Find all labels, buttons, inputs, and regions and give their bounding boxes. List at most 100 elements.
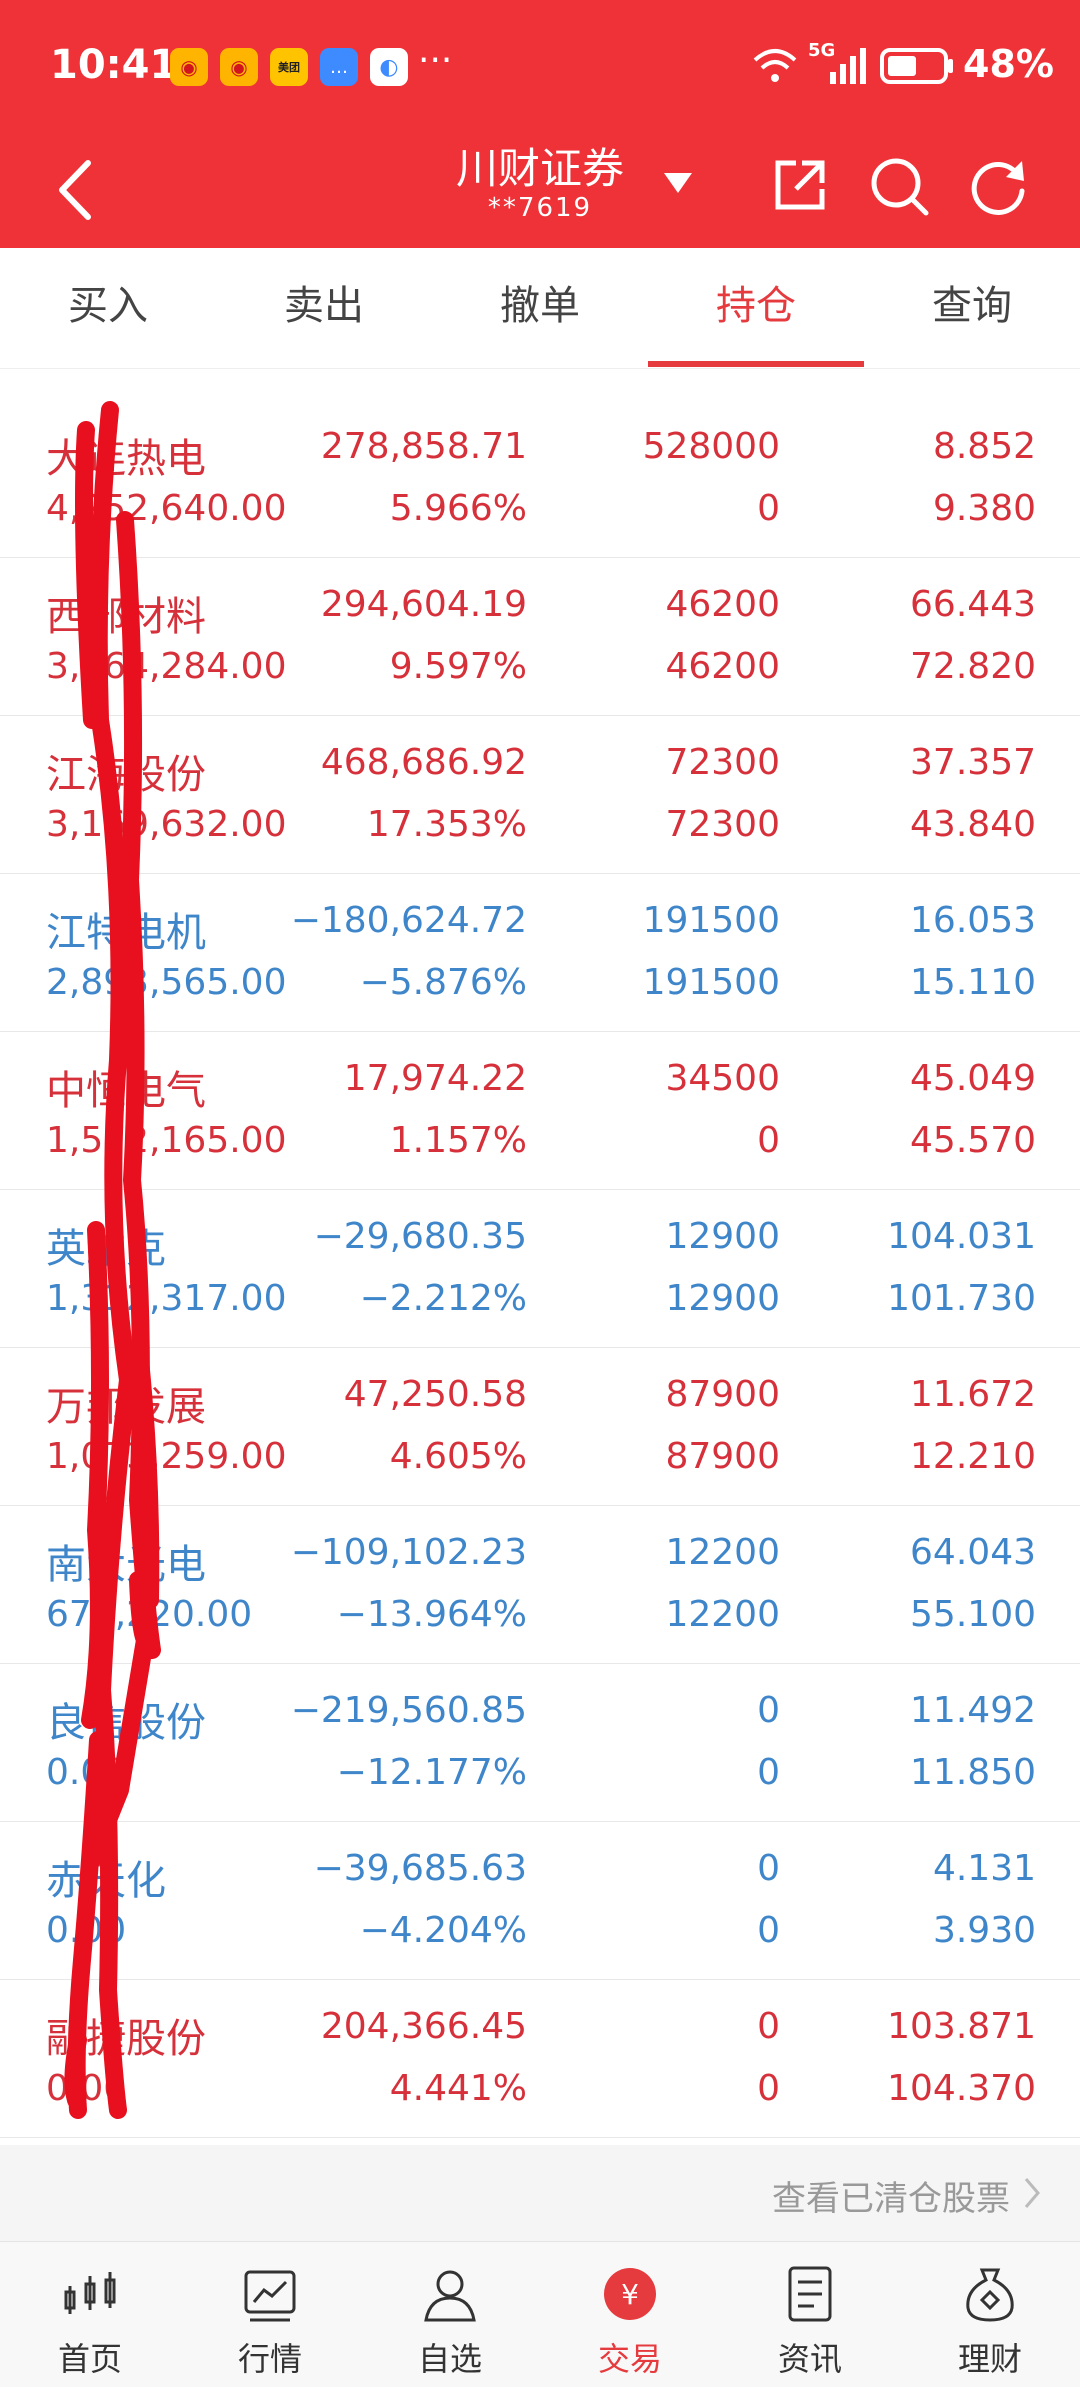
nav-market[interactable]: 行情 — [180, 2242, 360, 2387]
current-price: 15.110 — [910, 962, 1036, 1003]
profit-loss-percent: 1.157% — [389, 1120, 527, 1161]
signal-icon — [830, 48, 866, 84]
stock-name: 英维克 — [46, 1226, 166, 1272]
dropdown-triangle-icon[interactable] — [662, 171, 694, 195]
holding-row[interactable]: 万邦发展 1,073,259.00 47,250.58 4.605% 87900 8790… — [0, 1348, 1080, 1506]
profit-loss-percent: −4.204% — [359, 1910, 527, 1951]
holding-row[interactable]: 良信股份 0.00 −219,560.85 −12.177% 0 0 11.492 11.85… — [0, 1664, 1080, 1822]
market-value: 3,364,284.00 — [46, 646, 287, 687]
money-bag-icon — [966, 2268, 1014, 2322]
holding-quantity: 12200 — [665, 1532, 780, 1573]
profit-loss-percent: −13.964% — [336, 1594, 527, 1635]
current-price: 9.380 — [932, 488, 1036, 529]
chart-icon — [244, 2270, 296, 2322]
market-value: 0.00 — [46, 1752, 127, 1793]
weibo-icon: ◉ — [170, 48, 208, 86]
svg-text:¥: ¥ — [621, 2278, 639, 2311]
view-cleared-stocks[interactable]: 查看已清仓股票 — [0, 2145, 1080, 2241]
holding-quantity: 528000 — [642, 426, 780, 467]
holding-quantity: 191500 — [642, 900, 780, 941]
profit-loss: −29,680.35 — [313, 1216, 527, 1257]
person-icon — [424, 2270, 476, 2322]
status-time: 10:41 — [50, 42, 178, 88]
holding-row[interactable]: 英维克 1,312,317.00 −29,680.35 −2.212% 12900 129… — [0, 1190, 1080, 1348]
stock-name: 万邦发展 — [46, 1384, 206, 1430]
trade-tabs: 买入 卖出 撤单 持仓 查询 — [0, 248, 1080, 369]
current-price: 11.850 — [910, 1752, 1036, 1793]
market-value: 3,169,632.00 — [46, 804, 287, 845]
available-quantity: 46200 — [665, 646, 780, 687]
nav-watchlist[interactable]: 自选 — [360, 2242, 540, 2387]
profit-loss-percent: −12.177% — [336, 1752, 527, 1793]
holding-row[interactable]: 西部材料 3,364,284.00 294,604.19 9.597% 46200 462… — [0, 558, 1080, 716]
tab-cancel[interactable]: 撤单 — [432, 248, 648, 368]
current-price: 55.100 — [910, 1594, 1036, 1635]
profit-loss: 17,974.22 — [343, 1058, 527, 1099]
holding-row[interactable]: 江海股份 3,169,632.00 468,686.92 17.353% 72300 72… — [0, 716, 1080, 874]
market-value: 1,073,259.00 — [46, 1436, 287, 1477]
holding-row[interactable]: 南大光电 672,220.00 −109,102.23 −13.964% 12200 12… — [0, 1506, 1080, 1664]
profit-loss: 47,250.58 — [343, 1374, 527, 1415]
news-icon — [788, 2266, 832, 2322]
holding-row[interactable]: 赤天化 0.00 −39,685.63 −4.204% 0 0 4.131 3.930 — [0, 1822, 1080, 1980]
available-quantity: 87900 — [665, 1436, 780, 1477]
stock-name: 良信股份 — [46, 1700, 206, 1746]
nav-news[interactable]: 资讯 — [720, 2242, 900, 2387]
stock-name: 融捷股份 — [46, 2016, 206, 2062]
cost-price: 103.871 — [887, 2006, 1036, 2047]
tab-holdings[interactable]: 持仓 — [648, 248, 864, 368]
cost-price: 4.131 — [932, 1848, 1036, 1889]
more-notifications-icon: ··· — [418, 40, 453, 81]
market-value: 672,220.00 — [46, 1594, 253, 1635]
tab-buy[interactable]: 买入 — [0, 248, 216, 368]
holding-row[interactable]: 江特电机 2,893,565.00 −180,624.72 −5.876% 191500… — [0, 874, 1080, 1032]
cost-price: 11.492 — [910, 1690, 1036, 1731]
profit-loss: −109,102.23 — [290, 1532, 527, 1573]
available-quantity: 0 — [757, 1910, 780, 1951]
cost-price: 45.049 — [910, 1058, 1036, 1099]
nav-home[interactable]: 首页 — [0, 2242, 180, 2387]
active-tab-indicator — [648, 361, 864, 367]
profit-loss-percent: −2.212% — [359, 1278, 527, 1319]
search-icon[interactable] — [868, 155, 932, 219]
cost-price: 104.031 — [887, 1216, 1036, 1257]
market-value: 1,312,317.00 — [46, 1278, 287, 1319]
profit-loss-percent: 4.605% — [389, 1436, 527, 1477]
available-quantity: 0 — [757, 1752, 780, 1793]
current-price: 101.730 — [887, 1278, 1036, 1319]
holdings-list: 大连热电 4,252,640.00 278,858.71 5.966% 528000 0 8… — [0, 400, 1080, 2138]
profit-loss: −180,624.72 — [290, 900, 527, 941]
nav-trade[interactable]: ¥ 交易 — [540, 2242, 720, 2387]
nav-wealth-label: 理财 — [957, 2340, 1022, 2378]
holding-quantity: 0 — [757, 1690, 780, 1731]
holding-row[interactable]: 融捷股份 0.00 204,366.45 4.441% 0 0 103.871 104.370 — [0, 1980, 1080, 2138]
profit-loss-percent: 4.441% — [389, 2068, 527, 2109]
profit-loss: −39,685.63 — [313, 1848, 527, 1889]
holding-quantity: 46200 — [665, 584, 780, 625]
stock-name: 中恒电气 — [46, 1068, 206, 1114]
nav-watchlist-label: 自选 — [417, 2340, 482, 2378]
cost-price: 64.043 — [910, 1532, 1036, 1573]
available-quantity: 0 — [757, 2068, 780, 2109]
holding-row[interactable]: 中恒电气 1,572,165.00 17,974.22 1.157% 34500 0 45.… — [0, 1032, 1080, 1190]
tab-query[interactable]: 查询 — [864, 248, 1080, 368]
market-value: 2,893,565.00 — [46, 962, 287, 1003]
refresh-icon[interactable] — [966, 155, 1030, 219]
holding-row[interactable]: 大连热电 4,252,640.00 278,858.71 5.966% 528000 0 8… — [0, 400, 1080, 558]
nav-market-label: 行情 — [237, 2340, 302, 2378]
stock-name: 大连热电 — [46, 436, 206, 482]
holding-quantity: 87900 — [665, 1374, 780, 1415]
holding-quantity: 12900 — [665, 1216, 780, 1257]
profit-loss-percent: 17.353% — [366, 804, 527, 845]
meituan-icon: 美团 — [270, 48, 308, 86]
share-icon[interactable] — [770, 155, 830, 215]
tab-sell[interactable]: 卖出 — [216, 248, 432, 368]
holding-quantity: 72300 — [665, 742, 780, 783]
view-cleared-label[interactable]: 查看已清仓股票 — [772, 2171, 1010, 2220]
nav-news-label: 资讯 — [777, 2340, 842, 2378]
market-value: 1,572,165.00 — [46, 1120, 287, 1161]
profit-loss-percent: 9.597% — [389, 646, 527, 687]
nav-wealth[interactable]: 理财 — [900, 2242, 1080, 2387]
cost-price: 11.672 — [910, 1374, 1036, 1415]
profit-loss: 468,686.92 — [320, 742, 527, 783]
